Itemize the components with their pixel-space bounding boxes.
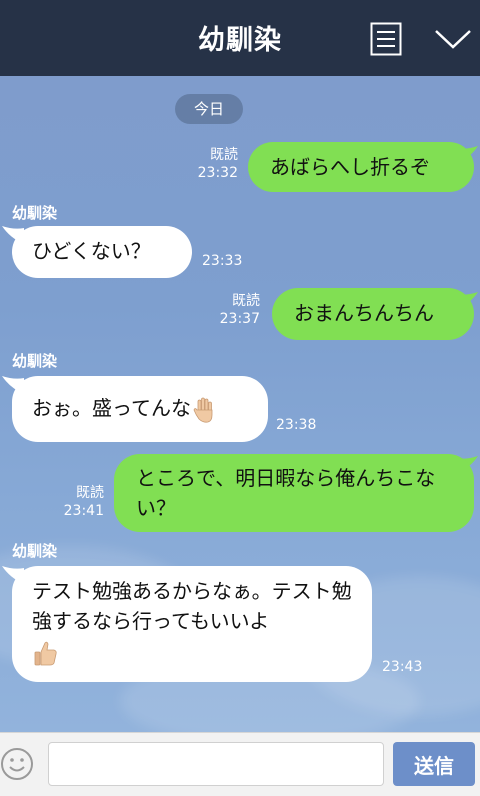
chat-area[interactable]: 今日 既読 23:32 あばらへし折るぞ 幼馴染 ひどくない？ 23:33 既読… bbox=[0, 76, 480, 732]
message-time: 23:38 bbox=[276, 417, 317, 433]
message-text: おまんちんちん bbox=[294, 301, 434, 325]
sender-name: 幼馴染 bbox=[12, 542, 58, 560]
list-menu-icon[interactable] bbox=[370, 22, 402, 56]
send-button[interactable]: 送信 bbox=[393, 742, 475, 786]
message-time: 23:33 bbox=[202, 253, 243, 269]
message-text: おぉ。盛ってんな bbox=[32, 396, 191, 420]
chat-header: 幼馴染 bbox=[0, 0, 480, 76]
message-text: ところで、明日暇なら俺んちこない？ bbox=[136, 466, 436, 520]
thumbs-up-icon bbox=[34, 641, 57, 665]
sender-name: 幼馴染 bbox=[12, 352, 58, 370]
message-meta: 既読 23:37 bbox=[202, 292, 260, 328]
message-bubble-incoming[interactable]: テスト勉強あるからなぁ。テスト勉強するなら行ってもいいよ bbox=[12, 566, 372, 682]
message-input-bar: 送信 bbox=[0, 732, 480, 796]
date-separator: 今日 bbox=[175, 94, 243, 124]
read-receipt: 既読 bbox=[210, 147, 238, 163]
message-bubble-incoming[interactable]: おぉ。盛ってんな bbox=[12, 376, 268, 442]
message-text: あばらへし折るぞ bbox=[270, 155, 430, 179]
message-bubble-incoming[interactable]: ひどくない？ bbox=[12, 226, 192, 278]
message-meta: 既読 23:41 bbox=[46, 484, 104, 520]
message-meta: 既読 23:32 bbox=[180, 146, 238, 182]
smiley-icon[interactable] bbox=[0, 745, 38, 783]
raised-hand-icon bbox=[193, 397, 213, 423]
message-bubble-outgoing[interactable]: おまんちんちん bbox=[272, 288, 474, 340]
message-time: 23:32 bbox=[197, 165, 238, 181]
read-receipt: 既読 bbox=[76, 485, 104, 501]
sender-name: 幼馴染 bbox=[12, 204, 58, 222]
read-receipt: 既読 bbox=[232, 293, 260, 309]
message-time: 23:41 bbox=[63, 503, 104, 519]
message-bubble-outgoing[interactable]: あばらへし折るぞ bbox=[248, 142, 474, 192]
message-time: 23:37 bbox=[219, 311, 260, 327]
chat-title: 幼馴染 bbox=[198, 25, 282, 56]
message-bubble-outgoing[interactable]: ところで、明日暇なら俺んちこない？ bbox=[114, 454, 474, 532]
message-text: テスト勉強あるからなぁ。テスト勉強するなら行ってもいいよ bbox=[32, 579, 352, 633]
chevron-down-icon[interactable] bbox=[434, 28, 472, 50]
message-input[interactable] bbox=[48, 742, 384, 786]
message-text: ひどくない？ bbox=[32, 239, 151, 263]
message-time: 23:43 bbox=[382, 659, 423, 675]
